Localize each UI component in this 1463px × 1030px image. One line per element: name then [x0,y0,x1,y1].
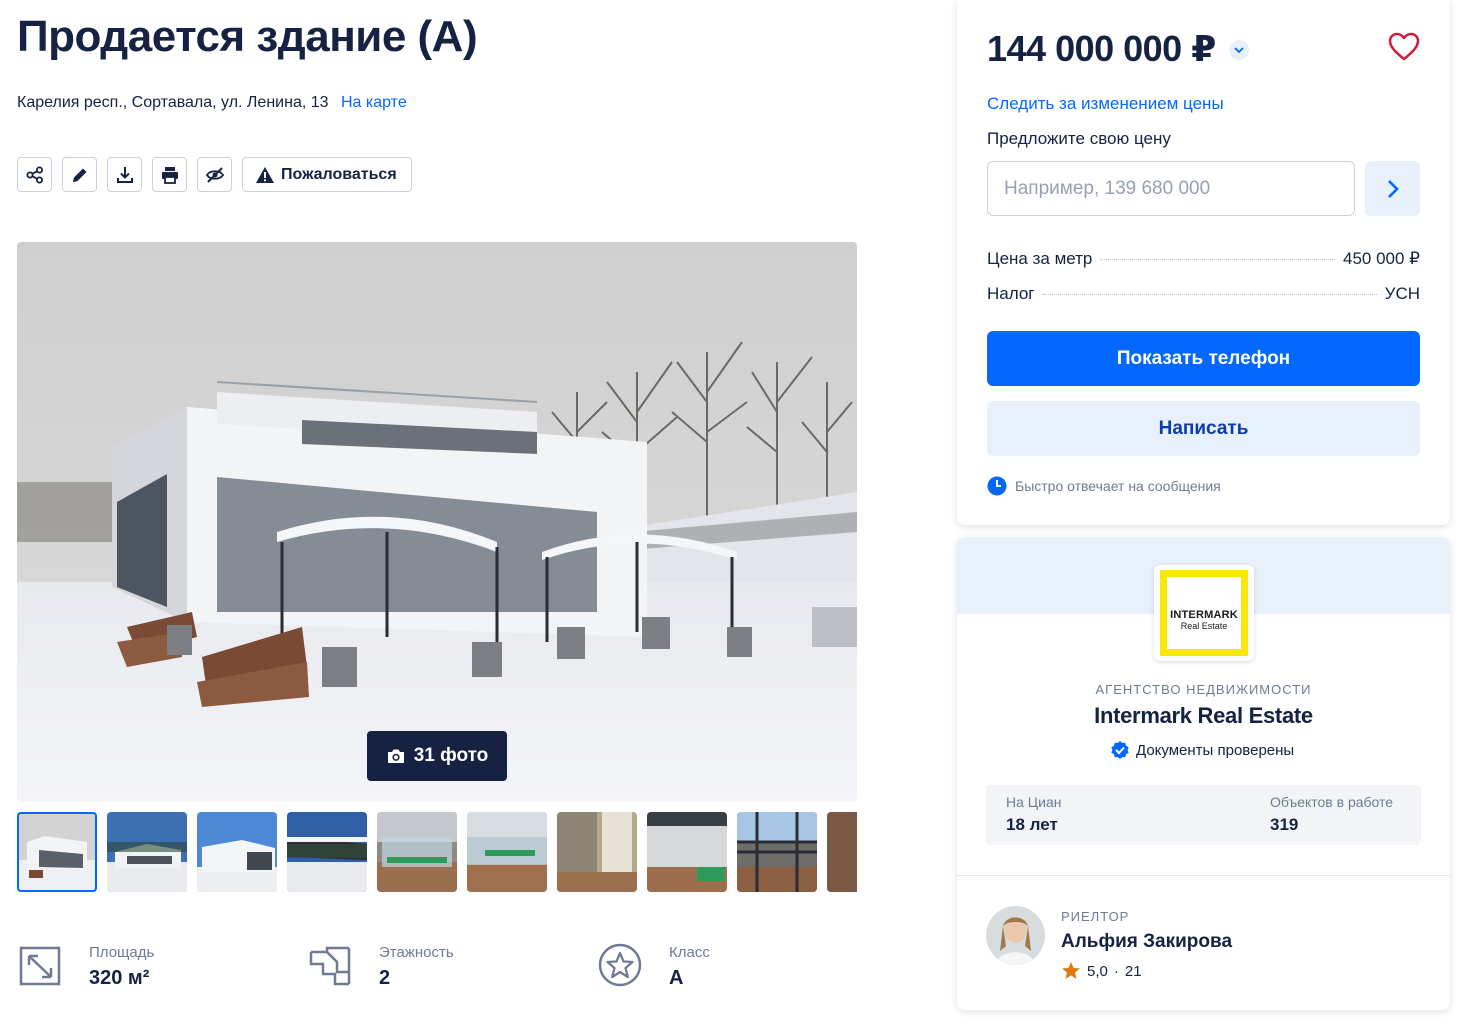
verified-badge: Документы проверены [1110,740,1294,760]
realtor-name[interactable]: Альфия Закирова [1061,931,1232,953]
offer-label: Предложите свою цену [987,129,1171,148]
stat-objects: Объектов в работе 319 [1270,794,1393,835]
download-button[interactable] [107,157,142,192]
price: 144 000 000 ₽ [987,28,1216,69]
warning-icon [256,166,274,183]
stat-label: Объектов в работе [1270,794,1394,810]
thumbnail[interactable] [737,812,817,892]
map-link[interactable]: На карте [341,94,407,111]
price-per-meter-row: Цена за метр 450 000 ₽ [987,249,1420,269]
fact-floors: Этажность 2 [307,940,454,990]
thumbnail[interactable] [467,812,547,892]
thumbnail[interactable] [377,812,457,892]
address: Карелия респ., Сортавала, ул. Ленина, 13… [17,94,407,112]
quick-reply-note: Быстро отвечает на сообщения [987,476,1221,496]
realtor-rating[interactable]: 5,0 · 21 [1061,961,1142,981]
dotted-leader [1042,294,1377,295]
hide-button[interactable] [197,157,232,192]
logo-frame: INTERMARK Real Estate [1160,570,1248,656]
heart-icon [1388,32,1420,61]
price-history-toggle[interactable] [1229,40,1249,60]
write-message-button[interactable]: Написать [987,401,1420,456]
stat-value: 18 лет [1006,815,1058,834]
stat-years: На Циан 18 лет [1006,794,1061,835]
stairs-icon [307,940,353,990]
logo-text: INTERMARK [1170,609,1238,621]
offer-price-input[interactable] [987,161,1355,216]
agency-logo[interactable]: INTERMARK Real Estate [1154,565,1254,661]
logo-subtext: Real Estate [1180,621,1228,631]
print-icon [161,166,178,184]
star-icon [1062,962,1080,979]
thumbnail[interactable] [17,812,97,892]
row-label: Цена за метр [987,249,1093,268]
stat-label: На Циан [1006,794,1062,810]
row-label: Налог [987,284,1035,303]
report-button[interactable]: Пожаловаться [242,157,412,192]
agency-name[interactable]: Intermark Real Estate [957,703,1450,729]
photo-count-button[interactable]: 31 фото [367,731,507,781]
agency-category: АГЕНТСТВО НЕДВИЖИМОСТИ [1095,682,1312,697]
price-card: 144 000 000 ₽ Следить за изменением цены… [957,0,1450,525]
fact-label: Класс [669,944,710,961]
thumbnail[interactable] [197,812,277,892]
star-icon [597,940,643,990]
photo-count-label: 31 фото [413,745,489,766]
stat-value: 319 [1270,815,1299,834]
verified-icon [1111,741,1129,759]
share-icon [26,166,43,183]
address-text: Карелия респ., Сортавала, ул. Ленина, 13 [17,94,329,111]
facts-row: Площадь 320 м² Этажность 2 Класс А [17,940,857,1000]
thumbnail[interactable] [647,812,727,892]
chevron-right-icon [1387,179,1399,198]
fact-class: Класс А [597,940,710,990]
fact-value: 320 м² [89,967,150,989]
rating-separator: · [1113,962,1119,980]
row-value: 450 000 ₽ [1343,249,1420,268]
thumbnail[interactable] [287,812,367,892]
building-photo [17,242,857,802]
fact-area: Площадь 320 м² [17,940,154,990]
fact-label: Площадь [89,944,155,961]
rating-value: 5,0 [1087,962,1108,980]
fact-value: 2 [379,967,391,989]
thumbnail[interactable] [107,812,187,892]
area-icon [17,940,63,990]
show-phone-button[interactable]: Показать телефон [987,331,1420,386]
quick-reply-text: Быстро отвечает на сообщения [1015,478,1221,494]
offer-submit-button[interactable] [1365,161,1420,216]
action-toolbar: Пожаловаться [17,157,412,192]
realtor-role: РИЕЛТОР [1061,909,1130,924]
edit-icon [72,168,86,182]
dotted-leader [1100,259,1335,260]
verified-text: Документы проверены [1136,741,1295,759]
divider [957,875,1450,876]
clock-icon [987,476,1007,496]
hide-icon [205,166,224,183]
thumbnail-strip [17,812,857,892]
share-button[interactable] [17,157,52,192]
main-photo[interactable]: 31 фото [17,242,857,802]
thumbnail[interactable] [827,812,857,892]
chevron-down-icon [1234,46,1244,53]
reviews-count: 21 [1124,962,1142,980]
avatar[interactable] [986,906,1045,965]
thumbnail[interactable] [557,812,637,892]
agency-card: INTERMARK Real Estate АГЕНТСТВО НЕДВИЖИМ… [957,537,1450,1010]
follow-price-link[interactable]: Следить за изменением цены [987,94,1224,114]
fact-label: Этажность [379,944,454,961]
report-label: Пожаловаться [281,165,397,183]
camera-icon [387,749,404,763]
print-button[interactable] [152,157,187,192]
download-icon [116,166,133,183]
tax-row: Налог УСН [987,284,1420,304]
page-title: Продается здание (А) [17,12,478,61]
row-value: УСН [1384,284,1420,303]
favorite-button[interactable] [1387,30,1421,64]
fact-value: А [669,967,684,989]
agency-stats: На Циан 18 лет Объектов в работе 319 [986,785,1421,845]
edit-button[interactable] [62,157,97,192]
